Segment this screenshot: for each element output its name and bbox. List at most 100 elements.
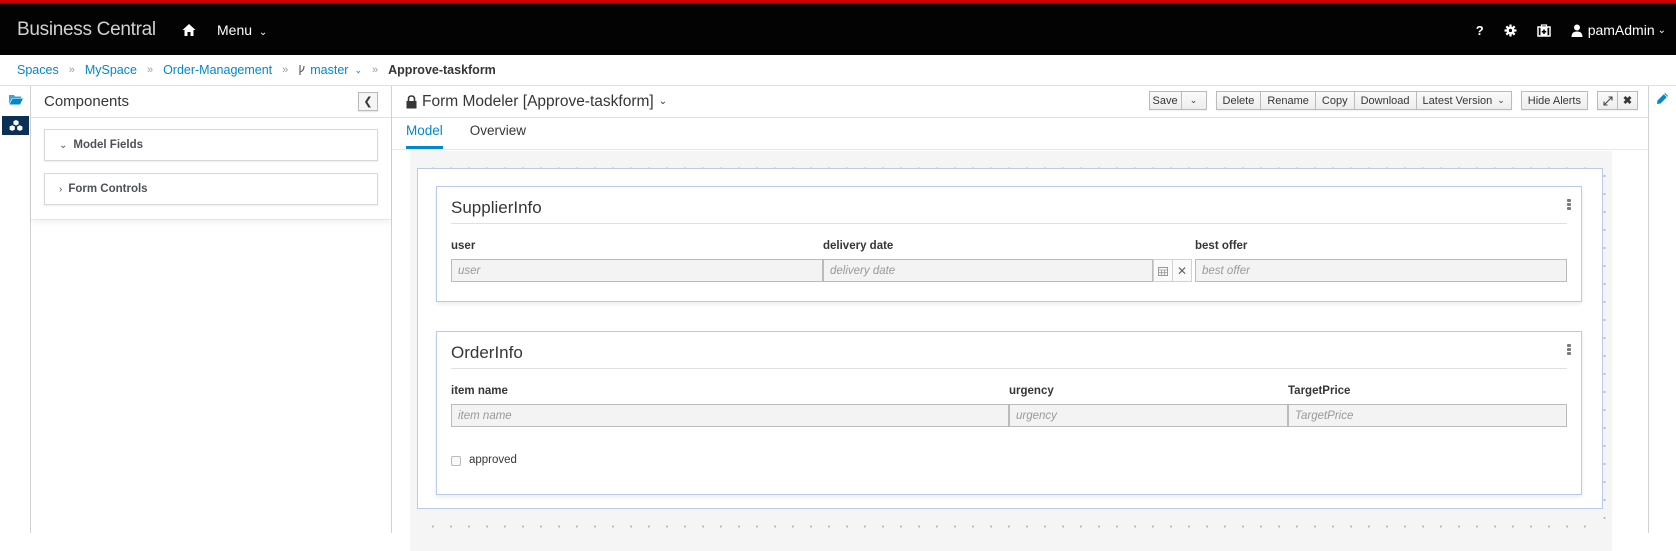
field-label: best offer (1195, 240, 1248, 252)
panel-label: Form Controls (68, 183, 148, 195)
editor-tabs: Model Overview (392, 118, 1648, 150)
form-row[interactable]: SupplierInfo user user item name deliver… (417, 168, 1603, 509)
breadcrumb-separator: » (372, 64, 379, 76)
kebab-menu-icon[interactable] (1567, 344, 1571, 356)
latest-version-dropdown[interactable]: Latest Version ⌄ (1415, 91, 1512, 110)
chevron-down-icon: ⌄ (354, 64, 363, 75)
delete-button[interactable]: Delete (1215, 91, 1262, 110)
field-label: item name (451, 385, 508, 397)
group-supplier-info[interactable]: SupplierInfo user user item name deliver… (436, 186, 1582, 302)
editor-title-dropdown[interactable]: Form Modeler [Approve-taskform] ⌄ (406, 93, 667, 111)
download-button[interactable]: Download (1353, 91, 1417, 110)
date-picker-button[interactable] (1153, 259, 1173, 282)
user-menu[interactable]: pamAdmin ⌄ (1571, 22, 1666, 38)
home-icon[interactable] (182, 23, 196, 37)
tab-model[interactable]: Model (406, 123, 443, 149)
brand-logo[interactable]: Business Central (17, 19, 156, 41)
breadcrumb: Spaces » MySpace » Order-Management » ma… (0, 55, 1676, 86)
group-order-info[interactable]: OrderInfo item name item name urgency ur… (436, 331, 1582, 495)
tasks-button[interactable] (1536, 23, 1551, 37)
breadcrumb-spaces[interactable]: Spaces (17, 63, 59, 77)
alerts-group: Hide Alerts (1520, 91, 1588, 110)
help-icon: ? (1475, 22, 1484, 38)
checkbox-label: approved (469, 454, 517, 466)
cubes-icon (8, 119, 23, 132)
target-price-input[interactable]: TargetPrice (1288, 404, 1567, 427)
clear-date-button[interactable]: ✕ (1172, 259, 1192, 282)
chevron-down-icon: ⌄ (59, 139, 68, 151)
chevron-right-icon: › (59, 183, 63, 195)
close-button[interactable]: ✖ (1617, 91, 1638, 110)
breadcrumb-separator: » (146, 64, 154, 76)
breadcrumb-project[interactable]: Order-Management (163, 63, 272, 77)
rename-button[interactable]: Rename (1260, 91, 1316, 110)
components-title: Components (44, 93, 130, 110)
field-label: urgency (1009, 385, 1054, 397)
chevron-down-icon: ⌄ (1189, 95, 1198, 105)
help-button[interactable]: ? (1476, 23, 1484, 38)
drop-zone-dots (1603, 167, 1606, 522)
latest-version-label: Latest Version (1422, 94, 1493, 107)
clear-icon: ✕ (1176, 263, 1188, 278)
delivery-date-input[interactable]: delivery date (823, 259, 1153, 282)
approved-checkbox[interactable] (451, 456, 461, 466)
gear-icon (1504, 24, 1517, 36)
tab-overview[interactable]: Overview (470, 123, 526, 149)
components-toggle[interactable] (2, 116, 29, 135)
menu-dropdown[interactable]: Menu ⌄ (217, 22, 267, 38)
form-editor: Form Modeler [Approve-taskform] ⌄ Save ⌄… (392, 86, 1648, 551)
close-icon: ✖ (1622, 95, 1633, 107)
panel-form-controls[interactable]: › Form Controls (44, 173, 378, 205)
actions-group: Delete Rename Copy Download Latest Versi… (1215, 91, 1512, 110)
right-rail (1648, 86, 1676, 533)
chevron-down-icon: ⌄ (1657, 24, 1666, 36)
components-panel: Components ❮ ⌄ Model Fields › Form Contr… (31, 86, 392, 533)
chevron-down-icon: ⌄ (658, 96, 668, 107)
item-name-input[interactable]: item name (451, 404, 1009, 427)
group-title: SupplierInfo (451, 198, 542, 217)
group-title: OrderInfo (451, 343, 523, 362)
field-label: TargetPrice (1288, 385, 1351, 397)
breadcrumb-current: Approve-taskform (388, 63, 496, 77)
chevron-down-icon: ⌄ (1497, 95, 1505, 105)
chevron-down-icon: ⌄ (258, 27, 268, 38)
collapse-panel-button[interactable]: ❮ (358, 92, 378, 111)
breadcrumb-space[interactable]: MySpace (85, 63, 137, 77)
calendar-icon (1158, 266, 1168, 276)
branch-label: master (310, 63, 349, 77)
save-button[interactable]: Save (1148, 91, 1182, 110)
kebab-menu-icon[interactable] (1567, 199, 1571, 211)
panel-model-fields[interactable]: ⌄ Model Fields (44, 129, 378, 161)
editor-title: Form Modeler [Approve-taskform] (422, 92, 654, 110)
editor-toolbar: Save ⌄ Delete Rename Copy Download Lates… (1140, 91, 1638, 110)
urgency-input[interactable]: urgency (1009, 404, 1288, 427)
maximize-button[interactable] (1597, 91, 1618, 110)
best-offer-input[interactable]: best offer (1195, 259, 1567, 282)
save-group: Save ⌄ (1148, 91, 1207, 110)
top-navbar: Business Central Menu ⌄ ? pamAdmin ⌄ (0, 0, 1676, 55)
save-options-button[interactable]: ⌄ (1180, 91, 1207, 110)
panel-label: Model Fields (73, 139, 144, 151)
copy-button[interactable]: Copy (1314, 91, 1355, 110)
window-group: ✖ (1597, 91, 1638, 110)
components-header: Components ❮ (31, 86, 391, 118)
drop-zone-dots (424, 525, 1598, 528)
left-rail (0, 86, 31, 533)
pencil-icon[interactable] (1656, 92, 1669, 105)
expand-icon (1602, 95, 1613, 106)
user-input[interactable]: user (451, 259, 823, 282)
folder-open-icon[interactable] (9, 94, 23, 105)
hide-alerts-button[interactable]: Hide Alerts (1520, 91, 1588, 110)
components-accordion: ⌄ Model Fields › Form Controls (31, 118, 391, 220)
medkit-icon (1536, 23, 1551, 37)
branch-selector[interactable]: master ⌄ (298, 63, 362, 77)
breadcrumb-separator: » (282, 64, 289, 76)
chevron-left-icon: ❮ (363, 96, 373, 108)
field-label: user (451, 240, 476, 252)
editor-header: Form Modeler [Approve-taskform] ⌄ Save ⌄… (392, 86, 1648, 118)
lock-icon (406, 94, 417, 108)
branch-icon (299, 65, 305, 75)
settings-button[interactable] (1504, 24, 1517, 37)
menu-label: Menu (217, 22, 253, 38)
username: pamAdmin (1587, 22, 1655, 38)
